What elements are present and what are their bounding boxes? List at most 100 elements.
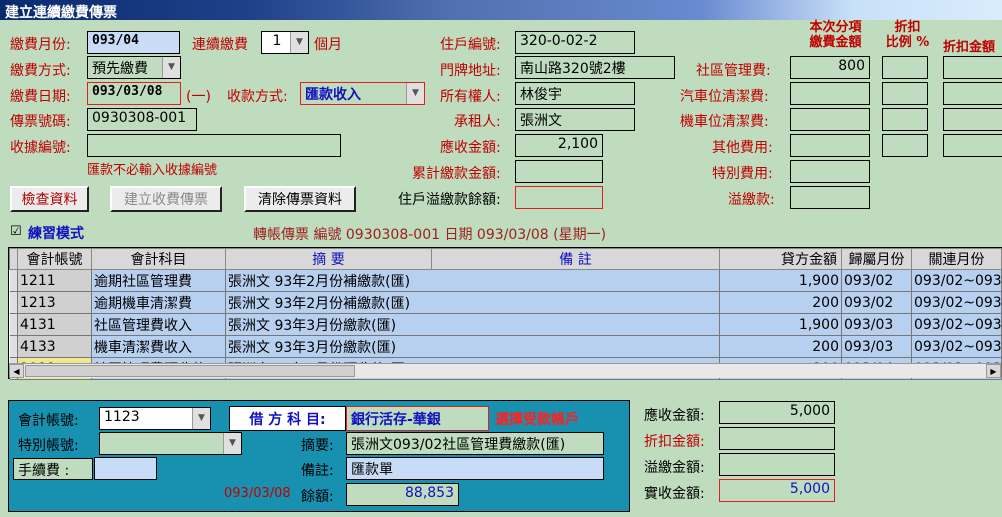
address-field: 南山路320號2樓 <box>515 56 675 79</box>
related-cell[interactable]: 093/02~093/0 <box>911 335 1002 358</box>
month-cell[interactable]: 093/03 <box>841 335 912 358</box>
fee-row-label: 特別費用: <box>712 166 773 182</box>
account-select[interactable]: 1123 ▼ <box>99 407 211 430</box>
column-header[interactable]: 會計科目 <box>91 248 226 270</box>
discount-amount-field[interactable] <box>943 56 1002 79</box>
chevron-down-icon[interactable]: ▼ <box>192 408 210 429</box>
scroll-right-icon[interactable]: ▶ <box>986 364 1001 378</box>
resident-no-label: 住戶編號: <box>440 37 501 53</box>
fee-amount-field[interactable] <box>790 160 870 183</box>
amount-cell[interactable]: 1,900 <box>719 269 842 292</box>
fee-amount-field[interactable] <box>790 134 870 157</box>
check-data-button[interactable]: 檢查資料 <box>10 186 89 212</box>
table-row[interactable]: 1213 逾期機車清潔費 張洲文 93年2月份補繳款(匯) 200 093/02 093/… <box>9 291 1002 314</box>
voucher-number-field[interactable]: 0930308-001 <box>87 108 197 131</box>
related-cell[interactable]: 093/02~093/0 <box>911 269 1002 292</box>
horizontal-scrollbar[interactable]: ◀ ▶ <box>9 363 1001 378</box>
row-indicator[interactable] <box>9 335 18 358</box>
discount-ratio-field[interactable] <box>882 56 928 79</box>
continuous-months-select[interactable]: 1 ▼ <box>261 31 309 54</box>
discount-ratio-field[interactable] <box>882 134 928 157</box>
method-select[interactable]: 預先繳費 ▼ <box>87 56 181 79</box>
practice-mode-label: 練習模式 <box>28 226 84 242</box>
column-header[interactable]: 關連月份 <box>911 248 1002 270</box>
special-account-select[interactable]: ▼ <box>99 432 242 455</box>
discount-amount-header: 折扣金額 <box>943 40 996 55</box>
account-label: 會計帳號: <box>18 413 79 429</box>
account-code-cell[interactable]: 4133 <box>17 335 92 358</box>
column-header[interactable]: 貸方金額 <box>719 248 842 270</box>
column-header[interactable]: 會計帳號 <box>17 248 92 270</box>
discount-ratio-field[interactable] <box>882 82 928 105</box>
fee-amount-field[interactable] <box>790 108 870 131</box>
practice-mode-checkbox[interactable]: ☑ <box>10 224 22 239</box>
fee-month-field[interactable]: 093/04 <box>87 31 180 54</box>
table-row[interactable]: 4131 社區管理費收入 張洲文 93年3月份繳款(匯) 1,900 093/03 093… <box>9 313 1002 336</box>
column-header[interactable]: 歸屬月份 <box>841 248 912 270</box>
handling-fee-field[interactable] <box>94 457 157 480</box>
fee-amount-field[interactable] <box>790 186 870 209</box>
discount-amount-field[interactable] <box>943 82 1002 105</box>
total-receivable-field: 5,000 <box>719 401 835 424</box>
account-code-cell[interactable]: 1211 <box>17 269 92 292</box>
chevron-down-icon[interactable]: ▼ <box>290 32 308 53</box>
subject-cell[interactable]: 機車清潔費收入 <box>91 335 226 358</box>
receipt-note: 匯款不必輸入收據編號 <box>87 163 218 178</box>
collect-method-select[interactable]: 匯款收入 ▼ <box>300 82 425 105</box>
chevron-down-icon[interactable]: ▼ <box>223 433 241 454</box>
column-header[interactable]: 備 註 <box>431 248 720 270</box>
voucher-grid[interactable]: 會計帳號 會計科目 摘 要 備 註 貸方金額 歸屬月份 關連月份 1211 逾期社… <box>8 247 1002 380</box>
summary-cell[interactable]: 張洲文 93年3月份繳款(匯) <box>225 313 720 336</box>
clear-voucher-button[interactable]: 清除傳票資料 <box>244 186 356 212</box>
total-overpay-label: 溢繳金額: <box>644 460 705 476</box>
transfer-voucher-info: 轉帳傳票 編號 0930308-001 日期 093/03/08 (星期一) <box>253 227 607 243</box>
scroll-left-icon[interactable]: ◀ <box>9 364 24 378</box>
balance-field: 88,853 <box>346 483 459 506</box>
receipt-number-field[interactable] <box>87 134 341 157</box>
amount-cell[interactable]: 200 <box>719 335 842 358</box>
date-field[interactable]: 093/03/08 <box>87 82 181 105</box>
summary-cell[interactable]: 張洲文 93年3月份繳款(匯) <box>225 335 720 358</box>
overpay-balance-field <box>515 186 603 209</box>
resident-no-field[interactable]: 320-0-02-2 <box>515 31 635 54</box>
balance-label: 餘額: <box>301 489 334 505</box>
summary-cell[interactable]: 張洲文 93年2月份補繳款(匯) <box>225 291 720 314</box>
amount-cell[interactable]: 200 <box>719 291 842 314</box>
row-indicator[interactable] <box>9 269 18 292</box>
month-cell[interactable]: 093/02 <box>841 291 912 314</box>
subject-cell[interactable]: 逾期機車清潔費 <box>91 291 226 314</box>
table-row[interactable]: 1211 逾期社區管理費 張洲文 93年2月份補繳款(匯) 1,900 093/02 09… <box>9 269 1002 292</box>
subject-cell[interactable]: 逾期社區管理費 <box>91 269 226 292</box>
discount-amount-field[interactable] <box>943 108 1002 131</box>
scrollbar-thumb[interactable] <box>25 365 355 377</box>
account-code-cell[interactable]: 4131 <box>17 313 92 336</box>
table-row[interactable]: 4133 機車清潔費收入 張洲文 93年3月份繳款(匯) 200 093/03 093/0… <box>9 335 1002 358</box>
subject-cell[interactable]: 社區管理費收入 <box>91 313 226 336</box>
receivable-label: 應收金額: <box>440 140 501 156</box>
discount-amount-field[interactable] <box>943 134 1002 157</box>
related-cell[interactable]: 093/02~093/0 <box>911 291 1002 314</box>
tenant-label: 承租人: <box>454 114 501 130</box>
related-cell[interactable]: 093/02~093/0 <box>911 313 1002 336</box>
fee-amount-field[interactable] <box>790 82 870 105</box>
column-header[interactable]: 摘 要 <box>225 248 432 270</box>
summary-field[interactable]: 張洲文093/02社區管理費繳款(匯) <box>346 432 604 455</box>
chevron-down-icon[interactable]: ▼ <box>162 57 180 78</box>
fee-row-label: 溢繳款: <box>728 192 775 208</box>
amount-cell[interactable]: 1,900 <box>719 313 842 336</box>
row-indicator[interactable] <box>9 313 18 336</box>
discount-ratio-field[interactable] <box>882 108 928 131</box>
summary-cell[interactable]: 張洲文 93年2月份補繳款(匯) <box>225 269 720 292</box>
months-unit-label: 個月 <box>314 37 342 53</box>
account-code-cell[interactable]: 1213 <box>17 291 92 314</box>
month-cell[interactable]: 093/02 <box>841 269 912 292</box>
fee-amount-field[interactable]: 800 <box>790 56 870 79</box>
note-field[interactable]: 匯款單 <box>346 457 604 480</box>
month-cell[interactable]: 093/03 <box>841 313 912 336</box>
grid-header-row: 會計帳號 會計科目 摘 要 備 註 貸方金額 歸屬月份 關連月份 <box>9 248 1002 270</box>
method-label: 繳費方式: <box>10 63 71 79</box>
total-discount-label: 折扣金額: <box>644 434 705 450</box>
create-voucher-button[interactable]: 建立收費傳票 <box>110 186 222 212</box>
chevron-down-icon[interactable]: ▼ <box>406 83 424 104</box>
row-indicator[interactable] <box>9 291 18 314</box>
